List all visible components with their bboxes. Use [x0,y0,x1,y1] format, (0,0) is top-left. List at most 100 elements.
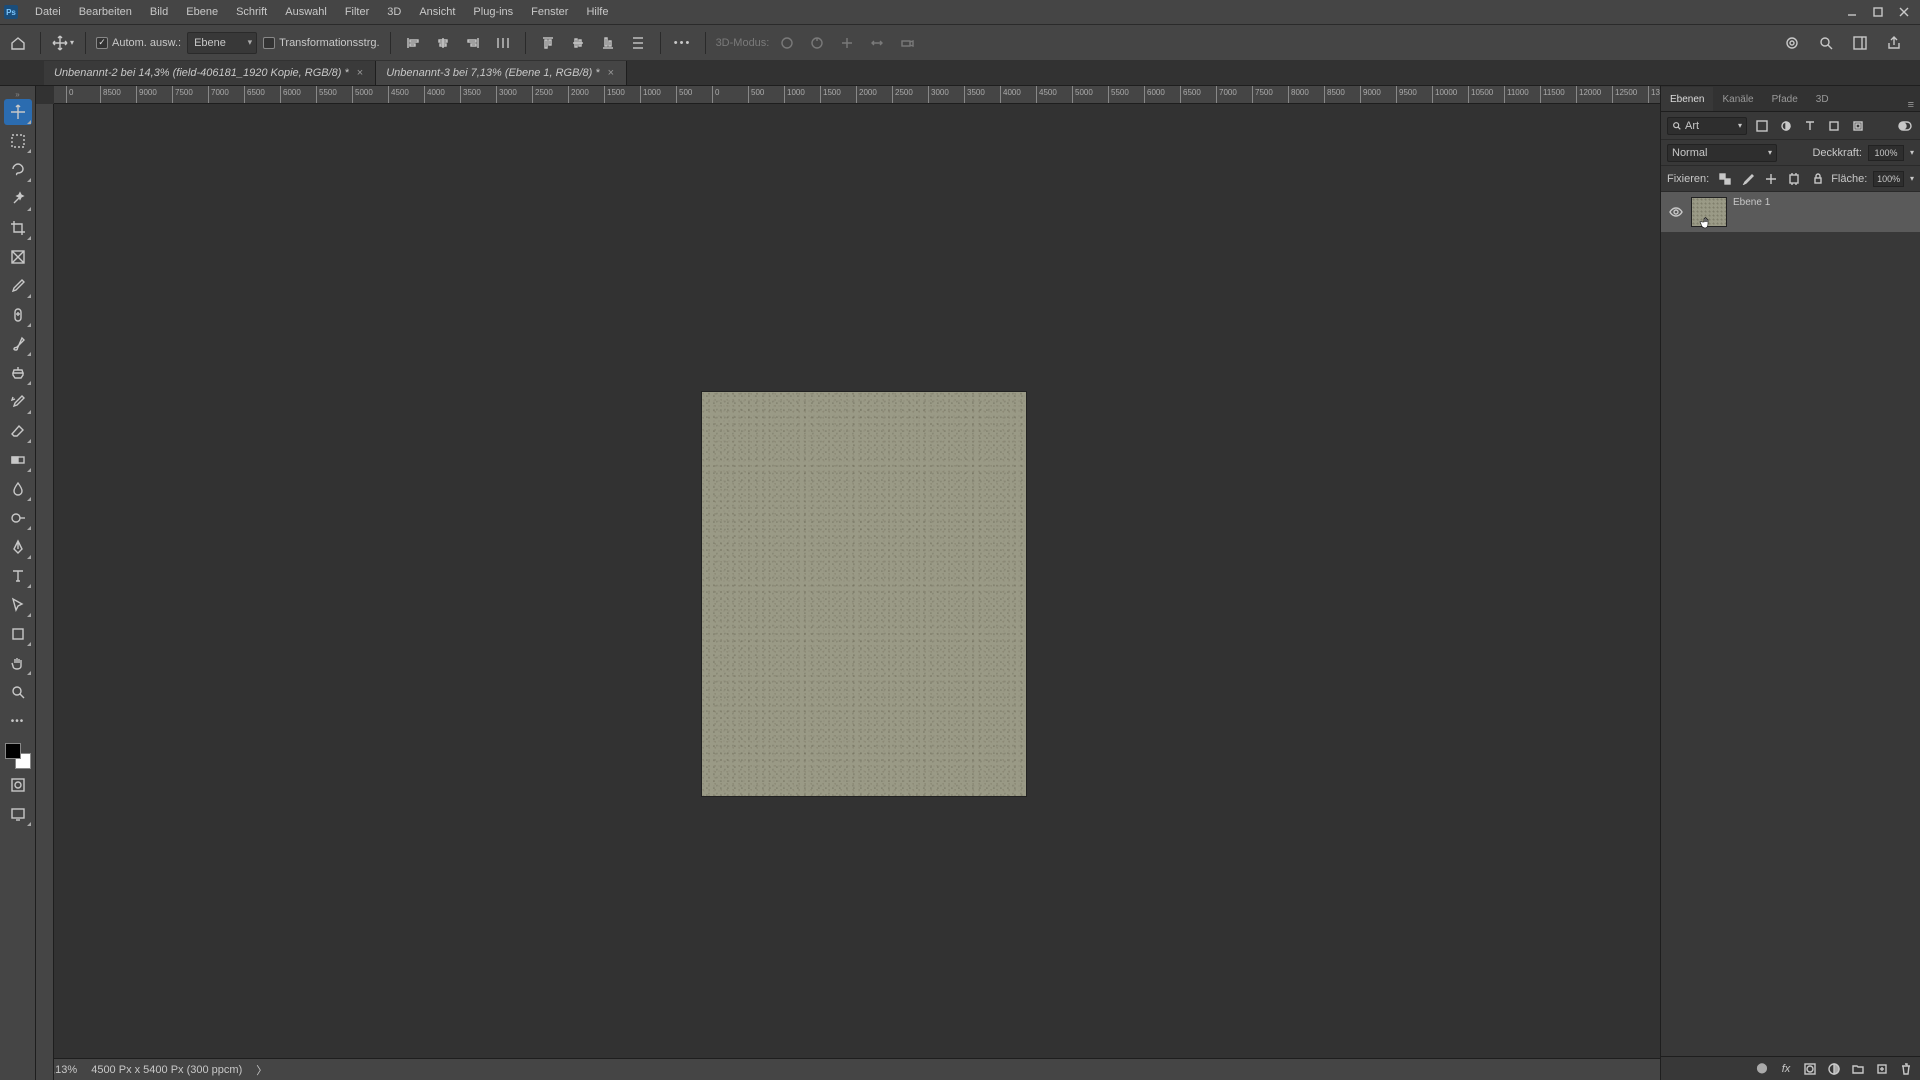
panel-tab-pfade[interactable]: Pfade [1763,87,1807,111]
hand-tool[interactable] [4,650,32,676]
share-icon[interactable] [1882,31,1906,55]
menu-fenster[interactable]: Fenster [522,0,577,24]
expand-tools-icon[interactable]: » [15,90,19,96]
lock-position-icon[interactable] [1764,170,1779,188]
layer-visibility-icon[interactable] [1667,205,1685,219]
close-button[interactable] [1892,2,1916,22]
group-layers-icon[interactable] [1850,1061,1866,1077]
marquee-tool[interactable] [4,128,32,154]
lock-all-icon[interactable] [1810,170,1825,188]
layer-style-icon[interactable]: fx [1778,1061,1794,1077]
filter-type-icon[interactable] [1801,117,1819,135]
home-button[interactable] [6,31,30,55]
edit-toolbar-icon[interactable]: ••• [4,708,32,734]
canvas-viewport[interactable] [54,104,1660,1058]
align-center-h-icon[interactable] [431,31,455,55]
move-tool-indicator-icon[interactable]: ▾ [51,31,75,55]
panel-tab-3d[interactable]: 3D [1807,87,1838,111]
move-tool[interactable] [4,99,32,125]
crop-tool[interactable] [4,215,32,241]
cloud-docs-icon[interactable] [1780,31,1804,55]
eraser-tool[interactable] [4,418,32,444]
ruler-horizontal[interactable]: 0850090007500700065006000550050004500400… [54,86,1660,104]
filter-adjustment-icon[interactable] [1777,117,1795,135]
layer-thumbnail[interactable] [1691,197,1727,227]
type-tool[interactable] [4,563,32,589]
transform-controls-checkbox[interactable]: Transformationsstrg. [263,37,379,49]
filter-shape-icon[interactable] [1825,117,1843,135]
dodge-tool[interactable] [4,505,32,531]
blur-tool[interactable] [4,476,32,502]
align-center-v-icon[interactable] [566,31,590,55]
document-tab[interactable]: Unbenannt-3 bei 7,13% (Ebene 1, RGB/8) *… [376,61,627,85]
clone-stamp-tool[interactable] [4,360,32,386]
layer-name[interactable]: Ebene 1 [1733,197,1770,227]
close-tab-icon[interactable]: × [606,67,616,79]
menu-datei[interactable]: Datei [26,0,70,24]
shape-tool[interactable] [4,621,32,647]
filter-toggle-icon[interactable] [1896,117,1914,135]
filter-smart-icon[interactable] [1849,117,1867,135]
new-layer-icon[interactable] [1874,1061,1890,1077]
history-brush-tool[interactable] [4,389,32,415]
color-swatches[interactable] [5,743,31,769]
adjustment-layer-icon[interactable] [1826,1061,1842,1077]
close-tab-icon[interactable]: × [355,67,365,79]
menu-bild[interactable]: Bild [141,0,177,24]
menu-plug-ins[interactable]: Plug-ins [464,0,522,24]
eyedropper-tool[interactable] [4,273,32,299]
lock-artboard-icon[interactable] [1787,170,1802,188]
align-left-icon[interactable] [401,31,425,55]
gradient-tool[interactable] [4,447,32,473]
menu-auswahl[interactable]: Auswahl [276,0,336,24]
panel-tab-kanäle[interactable]: Kanäle [1713,87,1762,111]
auto-select-checkbox[interactable]: Autom. ausw.: [96,37,181,49]
brush-tool[interactable] [4,331,32,357]
ruler-vertical[interactable] [36,104,54,1080]
auto-select-target-dropdown[interactable]: Ebene [187,32,257,54]
filter-pixel-icon[interactable] [1753,117,1771,135]
panel-tab-ebenen[interactable]: Ebenen [1661,87,1713,111]
status-arrow-icon[interactable]: 〉 [256,1062,267,1078]
align-top-icon[interactable] [536,31,560,55]
status-doc-info[interactable]: 4500 Px x 5400 Px (300 ppcm) [91,1064,242,1076]
menu-3d[interactable]: 3D [378,0,410,24]
blend-mode-dropdown[interactable]: Normal [1667,144,1777,162]
lock-transparency-icon[interactable] [1717,170,1732,188]
distribute-h-icon[interactable] [491,31,515,55]
workspace-icon[interactable] [1848,31,1872,55]
menu-ansicht[interactable]: Ansicht [410,0,464,24]
screen-mode-icon[interactable] [4,801,32,827]
delete-layer-icon[interactable] [1898,1061,1914,1077]
distribute-v-icon[interactable] [626,31,650,55]
link-layers-icon[interactable]: ⬤ [1754,1061,1770,1077]
path-selection-tool[interactable] [4,592,32,618]
healing-brush-tool[interactable] [4,302,32,328]
menu-bearbeiten[interactable]: Bearbeiten [70,0,141,24]
menu-schrift[interactable]: Schrift [227,0,276,24]
lasso-tool[interactable] [4,157,32,183]
pen-tool[interactable] [4,534,32,560]
panel-menu-icon[interactable]: ≡ [1902,99,1920,111]
fill-input[interactable]: 100% [1873,171,1904,187]
magic-wand-tool[interactable] [4,186,32,212]
layer-mask-icon[interactable] [1802,1061,1818,1077]
document-tab[interactable]: Unbenannt-2 bei 14,3% (field-406181_1920… [44,61,376,85]
opacity-input[interactable]: 100% [1868,145,1904,161]
minimize-button[interactable] [1840,2,1864,22]
foreground-color-swatch[interactable] [5,743,21,759]
lock-pixels-icon[interactable] [1740,170,1755,188]
menu-filter[interactable]: Filter [336,0,378,24]
zoom-tool[interactable] [4,679,32,705]
frame-tool[interactable] [4,244,32,270]
layer-row[interactable]: Ebene 1 [1661,192,1920,232]
canvas-artboard[interactable] [702,392,1026,796]
maximize-button[interactable] [1866,2,1890,22]
search-icon[interactable] [1814,31,1838,55]
menu-ebene[interactable]: Ebene [177,0,227,24]
align-right-icon[interactable] [461,31,485,55]
align-bottom-icon[interactable] [596,31,620,55]
quick-mask-icon[interactable] [4,772,32,798]
layer-filter-dropdown[interactable]: Art ▾ [1667,117,1747,135]
more-options-icon[interactable]: ••• [671,31,695,55]
